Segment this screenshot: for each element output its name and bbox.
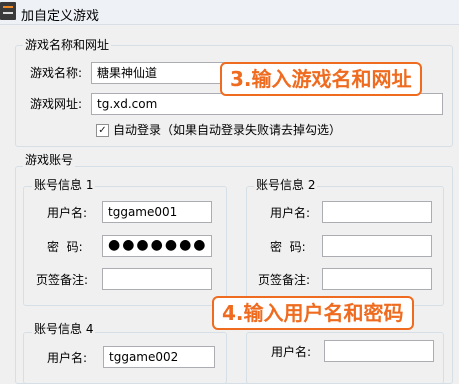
account2-password-input[interactable] [322,235,432,257]
window-title: 加自定义游戏 [21,9,100,24]
account1-title: 账号信息 1 [32,178,96,192]
account4-username-input[interactable]: tggame002 [103,346,215,368]
account2-password-label: 密 码: [270,240,306,254]
game-url-input[interactable]: tg.xd.com [91,93,443,115]
game-info-legend: 游戏名称和网址 [23,38,112,52]
account1-password-label: 密 码: [47,240,83,254]
app-icon [0,2,16,20]
accounts-legend: 游戏账号 [23,153,76,167]
step3-callout: 3.输入游戏名和网址 [220,62,422,96]
account4-username-label: 用户名: [47,351,88,365]
account4-title: 账号信息 4 [32,322,96,336]
account1-note-label: 页签备注: [36,273,89,287]
account1-note-input[interactable] [102,268,212,290]
autologin-checkbox[interactable]: ✓ [96,124,109,137]
account2-title: 账号信息 2 [254,178,318,192]
account2-note-input[interactable] [322,268,432,290]
account2-username-input[interactable] [322,201,432,223]
autologin-label[interactable]: 自动登录（如果自动登录失败请去掉勾选） [113,123,341,137]
account1-password-input[interactable]: ●●●●●●● [102,235,212,257]
title-bar: 加自定义游戏 [0,0,459,25]
account1-username-label: 用户名: [47,206,88,220]
account2-username-label: 用户名: [270,206,311,220]
game-name-label: 游戏名称: [30,66,83,80]
account5-username-label: 用户名: [271,345,312,359]
account2-note-label: 页签备注: [258,273,311,287]
game-url-label: 游戏网址: [30,97,83,111]
account5-username-input[interactable] [324,340,434,362]
step4-callout: 4.输入用户名和密码 [212,296,414,330]
account1-username-input[interactable]: tggame001 [102,201,212,223]
